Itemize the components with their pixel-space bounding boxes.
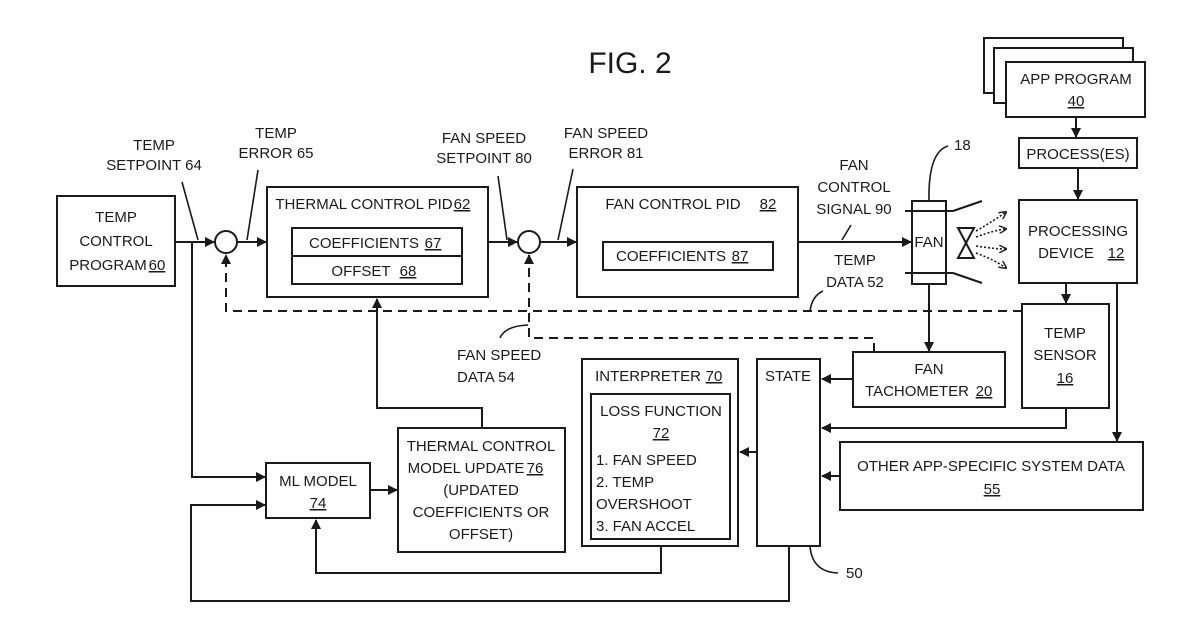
svg-text:CONTROL: CONTROL — [817, 179, 890, 196]
svg-text:TEMP: TEMP — [834, 252, 876, 269]
fan-tachometer-label: FAN — [914, 361, 943, 378]
svg-text:TEMP: TEMP — [133, 137, 175, 154]
loss-item: 3. FAN ACCEL — [596, 518, 695, 535]
svg-text:DATA 54: DATA 54 — [457, 369, 515, 386]
loss-item: OVERSHOOT — [596, 496, 692, 513]
airflow-arrow — [975, 212, 1006, 232]
processing-device-label: PROCESSING — [1028, 223, 1128, 240]
temp-control-program-line1: TEMP — [95, 209, 137, 226]
temp-sensor-line2: SENSOR — [1033, 347, 1097, 364]
fan-control-pid-ref: 82 — [760, 196, 777, 213]
fan-ref: 18 — [954, 137, 971, 154]
svg-text:SETPOINT 64: SETPOINT 64 — [106, 157, 202, 174]
fan-tachometer-label2: TACHOMETER — [865, 383, 969, 400]
temp-sensor-block: TEMP SENSOR 16 — [1021, 303, 1110, 409]
airflow-arrow — [975, 252, 1006, 268]
svg-text:COEFFICIENTS OR: COEFFICIENTS OR — [413, 504, 550, 521]
thermal-control-pid-label: THERMAL CONTROL PID — [275, 196, 452, 213]
interpreter-ref: 70 — [706, 368, 723, 385]
fig2-diagram: FIG. 2 TEMP CONTROL PROGRAM 60 TEMP SETP… — [56, 37, 1146, 602]
svg-text:FAN: FAN — [839, 157, 868, 174]
svg-text:DATA 52: DATA 52 — [826, 274, 884, 291]
temp-data-label: TEMP DATA 52 — [809, 252, 884, 312]
offset-68-ref: 68 — [400, 263, 417, 280]
ml-model-block: ML MODEL 74 — [265, 462, 371, 519]
fan-control-pid-label: FAN CONTROL PID — [605, 196, 740, 213]
svg-text:SETPOINT 80: SETPOINT 80 — [436, 150, 532, 167]
fan-tachometer-ref: 20 — [976, 383, 993, 400]
coefficients-67-label: COEFFICIENTS — [309, 235, 419, 252]
svg-text:FAN SPEED: FAN SPEED — [457, 347, 541, 364]
temp-control-program-block: TEMP CONTROL PROGRAM 60 — [56, 195, 176, 287]
svg-text:(UPDATED: (UPDATED — [443, 482, 519, 499]
interpreter-label: INTERPRETER — [595, 368, 701, 385]
airflow-arrow — [975, 246, 1006, 249]
loss-item: 2. TEMP — [596, 474, 654, 491]
thermal-control-pid-block: THERMAL CONTROL PID 62 COEFFICIENTS 67 O… — [266, 186, 489, 298]
svg-text:FAN SPEED: FAN SPEED — [442, 130, 526, 147]
temp-control-program-line3: PROGRAM — [69, 257, 147, 274]
other-system-data-label: OTHER APP-SPECIFIC SYSTEM DATA — [857, 458, 1125, 475]
ml-model-label: ML MODEL — [279, 473, 357, 490]
svg-text:MODEL UPDATE: MODEL UPDATE — [408, 460, 525, 477]
fan-blade-icon — [956, 227, 976, 259]
temp-control-program-ref: 60 — [149, 257, 166, 274]
state-ref: 50 — [846, 565, 863, 582]
processing-device-label2: DEVICE — [1038, 245, 1094, 262]
thermal-control-pid-ref: 62 — [454, 196, 471, 213]
coefficients-87-ref: 87 — [732, 248, 749, 265]
coefficients-67-ref: 67 — [425, 235, 442, 252]
figure-title: FIG. 2 — [588, 47, 671, 80]
fan-label: FAN — [914, 234, 943, 251]
other-system-data-ref: 55 — [984, 481, 1001, 498]
thermal-model-update-ref: 76 — [527, 460, 544, 477]
ml-model-ref: 74 — [310, 495, 327, 512]
app-program-stack: APP PROGRAM 40 — [983, 37, 1146, 118]
offset-68-label: OFFSET — [331, 263, 390, 280]
interpreter-block: INTERPRETER 70 LOSS FUNCTION 72 1. FAN S… — [581, 358, 739, 547]
svg-text:ERROR 81: ERROR 81 — [568, 145, 643, 162]
temp-sensor-ref: 16 — [1057, 370, 1074, 387]
app-program-label: APP PROGRAM — [1020, 71, 1131, 88]
loss-function-label: LOSS FUNCTION — [600, 403, 722, 420]
temp-control-program-line2: CONTROL — [79, 233, 152, 250]
processing-device-ref: 12 — [1108, 245, 1125, 262]
svg-text:OFFSET): OFFSET) — [449, 526, 513, 543]
state-label: STATE — [765, 368, 811, 385]
temp-sensor-line1: TEMP — [1044, 325, 1086, 342]
svg-text:FAN SPEED: FAN SPEED — [564, 125, 648, 142]
temp-summing-junction — [214, 230, 238, 254]
svg-text:ERROR 65: ERROR 65 — [238, 145, 313, 162]
thermal-control-model-update-block: THERMAL CONTROL MODEL UPDATE 76 (UPDATED… — [397, 427, 566, 553]
other-system-data-block: OTHER APP-SPECIFIC SYSTEM DATA 55 — [839, 441, 1144, 511]
fan-tachometer-block: FAN TACHOMETER 20 — [852, 351, 1006, 408]
processing-device-block: PROCESSING DEVICE 12 — [1018, 199, 1138, 284]
loss-function-ref: 72 — [653, 425, 670, 442]
svg-text:THERMAL CONTROL: THERMAL CONTROL — [407, 438, 556, 455]
airflow-arrow — [975, 229, 1006, 238]
loss-item: 1. FAN SPEED — [596, 452, 697, 469]
coefficients-87-label: COEFFICIENTS — [616, 248, 726, 265]
fan-speed-summing-junction — [517, 230, 541, 254]
fan-control-pid-block: FAN CONTROL PID 82 COEFFICIENTS 87 — [576, 186, 799, 298]
fan-block: FAN 18 — [905, 137, 1006, 285]
svg-text:SIGNAL 90: SIGNAL 90 — [816, 201, 891, 218]
fan-control-signal-label: FAN CONTROL SIGNAL 90 — [816, 157, 892, 241]
svg-text:TEMP: TEMP — [255, 125, 297, 142]
app-program-ref: 40 — [1068, 93, 1085, 110]
processes-block: PROCESS(ES) — [1018, 137, 1138, 169]
processes-label: PROCESS(ES) — [1026, 146, 1129, 163]
